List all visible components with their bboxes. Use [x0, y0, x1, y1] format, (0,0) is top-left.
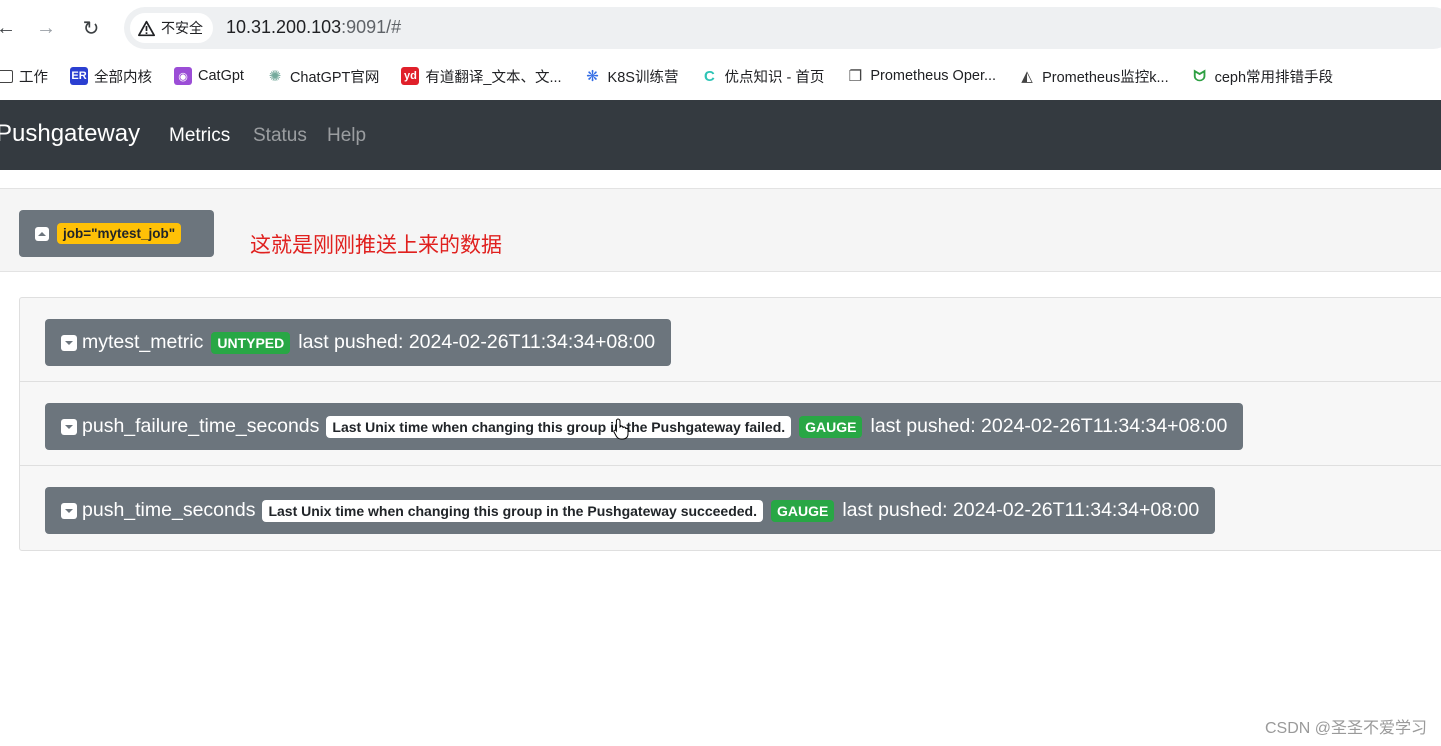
bookmark-item[interactable]: ❐ Prometheus Oper... — [846, 67, 996, 85]
brand-link[interactable]: Pushgateway — [0, 120, 140, 148]
group-toggle-button[interactable]: job="mytest_job" — [19, 210, 214, 257]
openai-icon: ✺ — [268, 68, 282, 85]
red-annotation-text: 这就是刚刚推送上来的数据 — [250, 234, 502, 257]
address-bar[interactable]: 不安全 10.31.200.103:9091/# — [124, 7, 1441, 49]
metric-toggle-button[interactable]: push_failure_time_seconds Last Unix time… — [45, 403, 1244, 450]
warning-triangle-icon — [138, 20, 155, 36]
metric-last-pushed: last pushed: 2024-02-26T11:34:34+08:00 — [870, 415, 1228, 437]
ceph-icon: ᗢ — [1193, 67, 1206, 85]
bookmark-label: Prometheus Oper... — [870, 68, 997, 84]
bookmark-item[interactable]: C 优点知识 - 首页 — [700, 66, 824, 87]
security-chip[interactable]: 不安全 — [130, 13, 213, 43]
bookmark-item[interactable]: ◭ Prometheus监控k... — [1018, 66, 1169, 87]
metric-type-badge: GAUGE — [799, 415, 863, 438]
metrics-card: mytest_metric UNTYPED last pushed: 2024-… — [19, 297, 1441, 551]
url-path: :9091/# — [341, 17, 402, 37]
bookmark-label: CatGpt — [198, 68, 244, 84]
bookmark-label: ChatGPT官网 — [289, 69, 380, 86]
url-host: 10.31.200.103 — [226, 17, 342, 37]
metric-last-pushed: last pushed: 2024-02-26T11:34:34+08:00 — [842, 499, 1200, 521]
nav-help[interactable]: Help — [327, 125, 366, 147]
expand-down-icon — [61, 418, 77, 435]
metric-row: push_failure_time_seconds Last Unix time… — [20, 382, 1441, 466]
bookmark-item[interactable]: ER 全部内核 — [70, 66, 152, 87]
reload-icon[interactable]: ↻ — [77, 14, 105, 42]
bookmark-label: 优点知识 - 首页 — [724, 69, 825, 86]
back-arrow-icon[interactable]: ← — [0, 14, 20, 42]
browser-toolbar: ← → ↻ 不安全 10.31.200.103:9091/# — [0, 0, 1441, 56]
bookmark-label: 全部内核 — [94, 69, 152, 86]
er-icon: ER — [70, 67, 88, 85]
metric-name: mytest_metric — [82, 331, 204, 353]
metric-name: push_failure_time_seconds — [82, 415, 320, 437]
bookmark-label: 有道翻译_文本、文... — [425, 69, 562, 86]
prom-icon: ◭ — [1021, 68, 1033, 85]
hand-cursor-icon — [613, 418, 629, 440]
expand-down-icon — [61, 334, 77, 351]
bookmark-label: Prometheus监控k... — [1042, 69, 1169, 86]
bookmark-item[interactable]: yd 有道翻译_文本、文... — [401, 66, 562, 87]
metric-help-badge: Last Unix time when changing this group … — [326, 415, 792, 438]
metric-name: push_time_seconds — [82, 499, 256, 521]
folder-icon — [0, 69, 13, 83]
job-label-badge: job="mytest_job" — [57, 223, 182, 244]
youdian-icon: C — [704, 67, 715, 85]
cat-icon: ◉ — [174, 67, 192, 85]
book-icon: ❐ — [848, 68, 863, 85]
metric-toggle-button[interactable]: push_time_seconds Last Unix time when ch… — [45, 487, 1216, 534]
k8s-icon: ❋ — [586, 68, 599, 85]
metric-type-badge: UNTYPED — [211, 331, 291, 354]
bookmark-item[interactable]: ✺ ChatGPT官网 — [266, 66, 380, 87]
metric-type-badge: GAUGE — [770, 499, 835, 522]
metric-row: mytest_metric UNTYPED last pushed: 2024-… — [20, 298, 1441, 382]
bookmark-item[interactable]: ❋ K8S训练营 — [584, 66, 679, 87]
bookmark-label: 工作 — [19, 69, 48, 86]
bookmark-item[interactable]: ᗢ ceph常用排错手段 — [1191, 66, 1333, 87]
csdn-watermark: CSDN @圣圣不爱学习 — [1264, 720, 1427, 737]
metric-help-badge: Last Unix time when changing this group … — [262, 499, 763, 522]
app-navbar: Pushgateway Metrics Status Help — [0, 100, 1441, 170]
expand-down-icon — [61, 502, 77, 519]
metric-last-pushed: last pushed: 2024-02-26T11:34:34+08:00 — [298, 331, 656, 353]
metric-toggle-button[interactable]: mytest_metric UNTYPED last pushed: 2024-… — [45, 319, 672, 366]
youdao-icon: yd — [401, 67, 420, 85]
nav-metrics[interactable]: Metrics — [169, 125, 230, 147]
metric-row: push_time_seconds Last Unix time when ch… — [20, 466, 1441, 550]
bookmark-item[interactable]: ◉ CatGpt — [174, 67, 244, 85]
url-text[interactable]: 10.31.200.103:9091/# — [226, 17, 401, 38]
collapse-up-icon — [35, 226, 49, 241]
bookmarks-bar: 工作 ER 全部内核 ◉ CatGpt ✺ ChatGPT官网 yd 有道翻译_文本、文... ❋… — [0, 56, 1438, 96]
bookmark-label: K8S训练营 — [607, 69, 679, 86]
forward-arrow-icon[interactable]: → — [32, 14, 60, 42]
group-header: job="mytest_job" 这就是刚刚推送上来的数据 — [0, 188, 1441, 272]
bookmark-label: ceph常用排错手段 — [1214, 69, 1334, 86]
security-label: 不安全 — [161, 20, 203, 36]
nav-status[interactable]: Status — [253, 125, 307, 147]
bookmark-item[interactable]: 工作 — [0, 66, 48, 87]
